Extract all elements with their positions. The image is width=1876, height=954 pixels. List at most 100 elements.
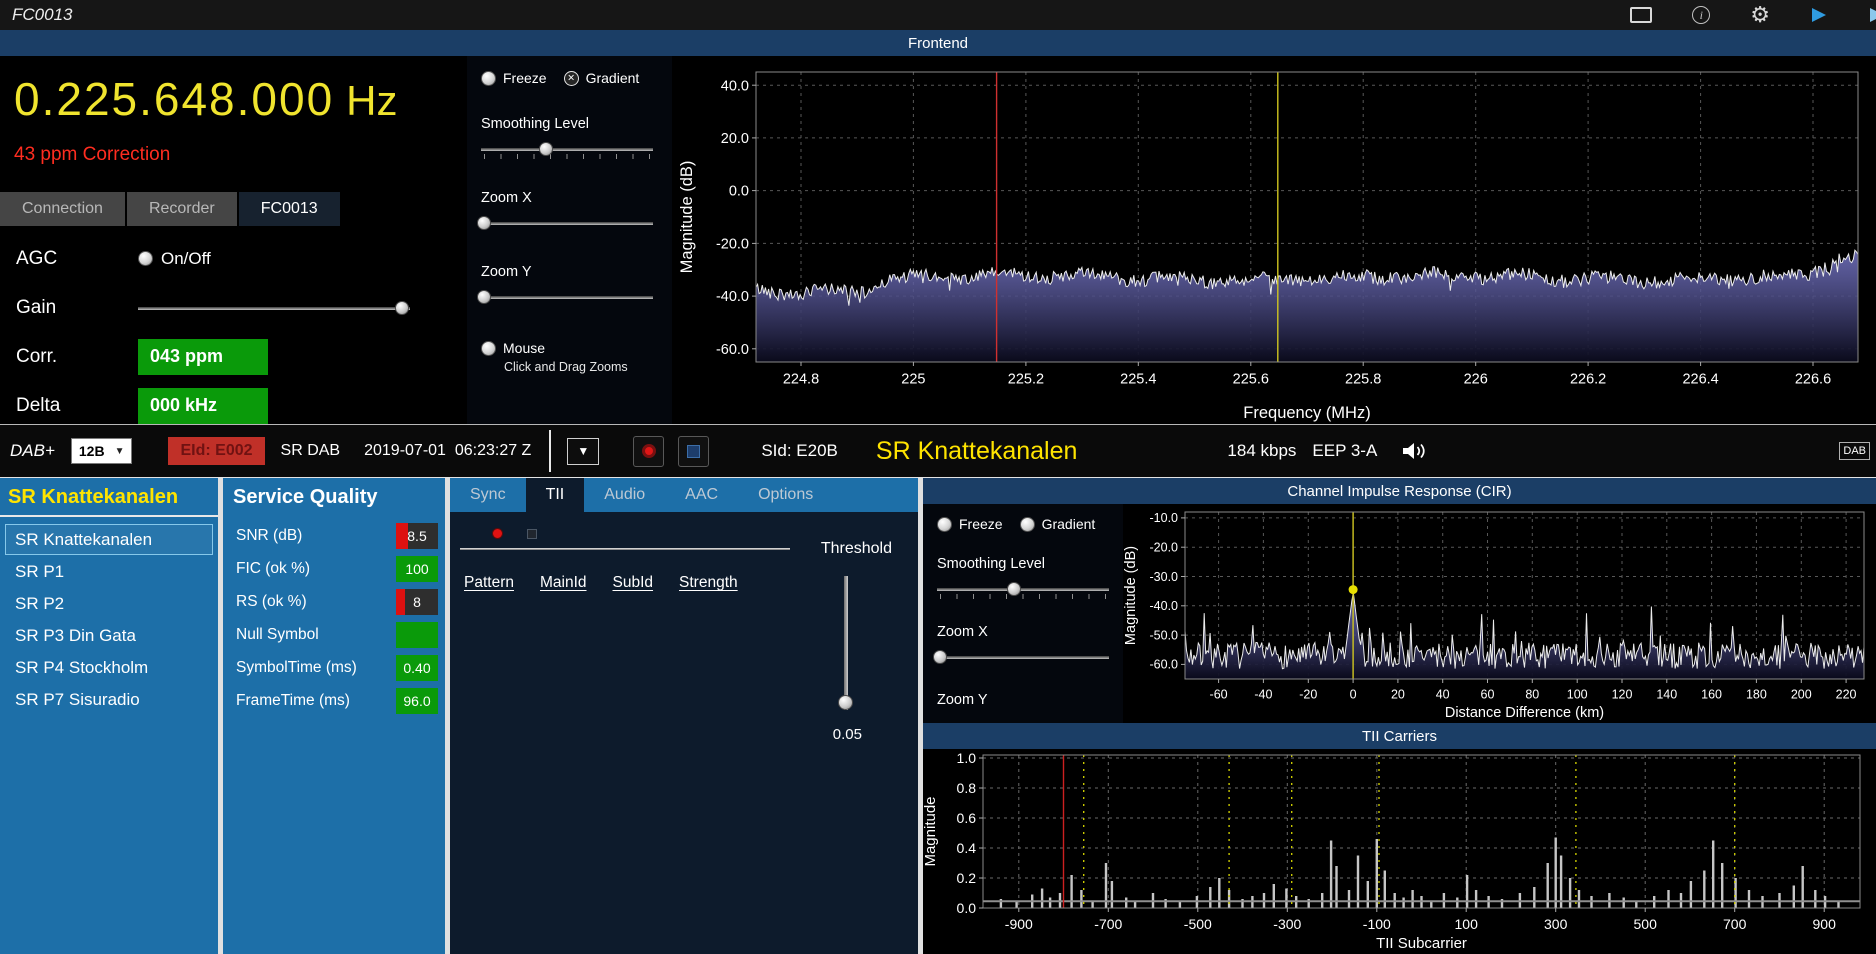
threshold-value: 0.05 (832, 726, 862, 743)
zoom-y-slider-handle[interactable] (477, 290, 492, 304)
column-pattern[interactable]: Pattern (464, 574, 514, 592)
svg-text:500: 500 (1634, 916, 1658, 932)
tab-aac[interactable]: AAC (665, 478, 738, 512)
zoom-x-label: Zoom X (481, 190, 532, 206)
svg-text:226: 226 (1464, 372, 1488, 388)
channel-select[interactable]: 12B ▼ (70, 438, 133, 464)
play-icon[interactable] (1810, 6, 1828, 24)
cir-smoothing-label: Smoothing Level (937, 556, 1046, 572)
threshold-slider-handle[interactable] (838, 694, 853, 710)
freeze-label: Freeze (503, 70, 547, 86)
service-quality-panel: Service Quality SNR (dB) 8.5 FIC (ok %) … (223, 478, 445, 954)
quality-row: FIC (ok %) 100 (223, 552, 445, 585)
quality-row: Null Symbol (223, 618, 445, 651)
tab-recorder[interactable]: Recorder (126, 192, 237, 226)
speaker-icon[interactable] (1401, 440, 1429, 462)
gauge-value: 8.5 (407, 527, 427, 544)
service-list-panel: SR Knattekanalen SR Knattekanalen SR P1 … (0, 478, 218, 954)
tuner-tabs: Connection Recorder FC0013 (0, 192, 467, 226)
quality-row: SymbolTime (ms) 0.40 (223, 651, 445, 684)
ensemble-label: SR DAB (280, 442, 341, 459)
tii-slider-track[interactable] (460, 548, 790, 550)
tab-connection[interactable]: Connection (0, 192, 125, 226)
svg-text:-60.0: -60.0 (1150, 658, 1179, 672)
cir-smoothing-slider-ticks (940, 594, 1106, 599)
mouse-radio[interactable] (481, 340, 496, 356)
info-icon[interactable]: i (1692, 6, 1711, 24)
quality-row: RS (ok %) 8 (223, 585, 445, 618)
channel-value: 12B (78, 443, 105, 459)
service-list-item[interactable]: SR P3 Din Gata (5, 620, 213, 651)
gradient-label: Gradient (585, 70, 640, 86)
zoom-x-slider-handle[interactable] (477, 216, 492, 230)
tab-fc0013[interactable]: FC0013 (238, 192, 340, 226)
svg-text:200: 200 (1791, 688, 1812, 702)
recorder-dropdown-button[interactable]: ▼ (567, 437, 600, 465)
service-list-item[interactable]: SR P2 (5, 588, 213, 619)
smoothing-slider[interactable] (481, 140, 653, 160)
threshold-slider[interactable] (836, 576, 856, 710)
freeze-radio[interactable] (481, 70, 496, 86)
svg-text:-60: -60 (1210, 688, 1228, 702)
record-icon (641, 444, 656, 458)
gain-slider[interactable] (138, 299, 410, 317)
column-mainid[interactable]: MainId (540, 574, 587, 592)
record-button[interactable] (633, 435, 665, 467)
tab-options[interactable]: Options (738, 478, 833, 512)
bitrate-label: 184 kbps (1227, 441, 1297, 460)
display-icon[interactable] (1630, 7, 1653, 23)
service-list-item[interactable]: SR P1 (5, 556, 213, 587)
settings-gear-icon[interactable]: ⚙ (1750, 4, 1770, 26)
service-list-item[interactable]: SR Knattekanalen (5, 524, 213, 555)
column-strength[interactable]: Strength (679, 574, 738, 592)
cir-gradient-radio[interactable] (1019, 516, 1035, 532)
detail-tabs-panel: Sync TII Audio AAC Options Threshold 0.0… (450, 478, 918, 954)
cir-smoothing-slider-track (937, 588, 1109, 591)
stop-button[interactable] (678, 435, 710, 467)
cir-plot[interactable]: -60 -40 -20 0 20 40 60 80 100 120 140 160 180 200 220 -… (1123, 504, 1876, 728)
svg-text:300: 300 (1544, 916, 1568, 932)
symbol-time-gauge: 0.40 (396, 654, 438, 681)
svg-text:700: 700 (1723, 916, 1747, 932)
agc-label: AGC (16, 247, 58, 269)
zoom-x-slider[interactable] (477, 214, 653, 234)
current-service-label: SR Knattekanalen (875, 436, 1078, 465)
cir-freeze-radio[interactable] (937, 516, 952, 532)
cir-zoom-y-label: Zoom Y (937, 692, 988, 708)
tii-table-header: Pattern MainId SubId Strength (464, 574, 738, 592)
null-symbol-gauge (396, 621, 438, 648)
svg-text:160: 160 (1701, 688, 1722, 702)
rs-gauge: 8 (396, 588, 438, 615)
tab-audio[interactable]: Audio (584, 478, 665, 512)
cir-zoom-x-slider-handle[interactable] (933, 650, 948, 664)
gradient-radio[interactable]: × (563, 70, 579, 86)
spectrum-plot-area: 224.8 225 225.2 225.4 225.6 225.8 226 226.2 226.… (672, 56, 1876, 430)
spectrum-plot[interactable]: 224.8 225 225.2 225.4 225.6 225.8 226 226.2 226.… (672, 56, 1876, 429)
svg-text:-40.0: -40.0 (716, 289, 749, 305)
cir-zoom-x-slider[interactable] (933, 648, 1109, 668)
spectrum-controls: Freeze × Gradient Smoothing Level Zoom X… (467, 56, 672, 430)
svg-text:140: 140 (1656, 688, 1677, 702)
play-icon-secondary[interactable] (1868, 6, 1876, 24)
quality-label: Null Symbol (236, 625, 319, 643)
right-column: Channel Impulse Response (CIR) Freeze Gr… (922, 478, 1876, 954)
service-list-item[interactable]: SR P4 Stockholm (5, 652, 213, 683)
gain-slider-handle[interactable] (394, 300, 409, 315)
agc-radio[interactable] (138, 251, 153, 266)
tab-sync[interactable]: Sync (450, 478, 526, 512)
svg-text:0.8: 0.8 (957, 780, 977, 796)
chevron-down-icon: ▼ (577, 444, 590, 458)
cir-freeze-label: Freeze (959, 516, 1003, 532)
cir-smoothing-slider[interactable] (937, 580, 1109, 600)
cir-header: Channel Impulse Response (CIR) (923, 478, 1876, 504)
svg-text:-20: -20 (1299, 688, 1317, 702)
svg-text:60: 60 (1481, 688, 1495, 702)
column-subid[interactable]: SubId (613, 574, 654, 592)
svg-text:-10.0: -10.0 (1150, 511, 1179, 525)
svg-text:224.8: 224.8 (783, 372, 819, 388)
corr-value-box: 043 ppm (138, 338, 268, 375)
zoom-y-slider[interactable] (477, 288, 653, 308)
tii-carriers-plot[interactable]: -900 -700 -500 -300 -100 100 300 500 700 900 0.0 0.… (922, 749, 1876, 954)
service-list-item[interactable]: SR P7 Sisuradio (5, 684, 213, 715)
tab-tii[interactable]: TII (525, 478, 585, 512)
